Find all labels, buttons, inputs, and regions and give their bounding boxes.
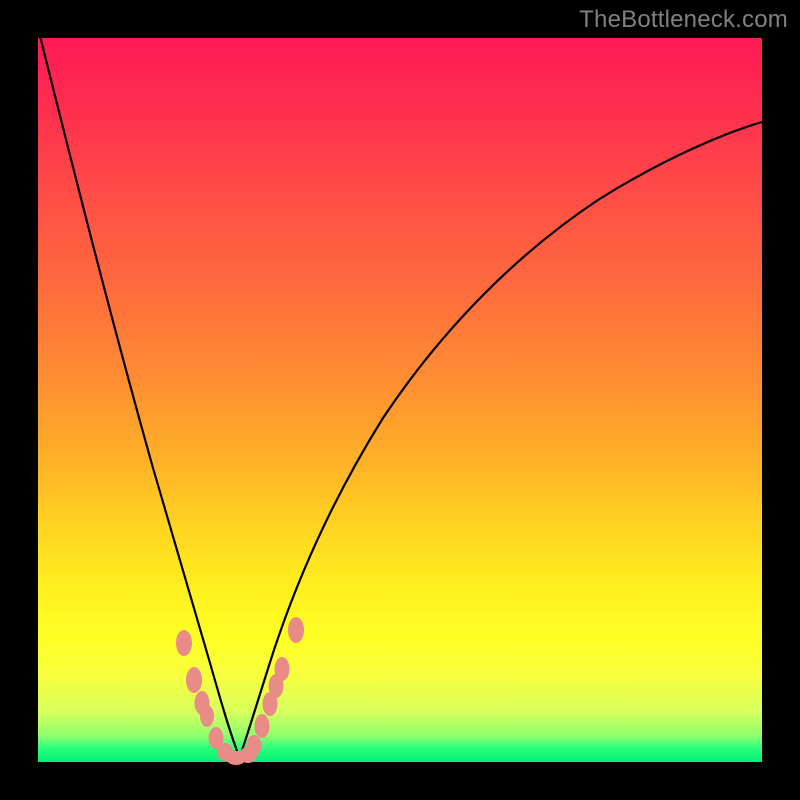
chart-frame [38,38,762,762]
curve-marker-dots [176,617,304,765]
curve-left-branch [38,28,239,759]
watermark-text: TheBottleneck.com [579,6,788,34]
curve-right-branch [239,122,762,759]
bottleneck-curve-svg [38,38,762,762]
